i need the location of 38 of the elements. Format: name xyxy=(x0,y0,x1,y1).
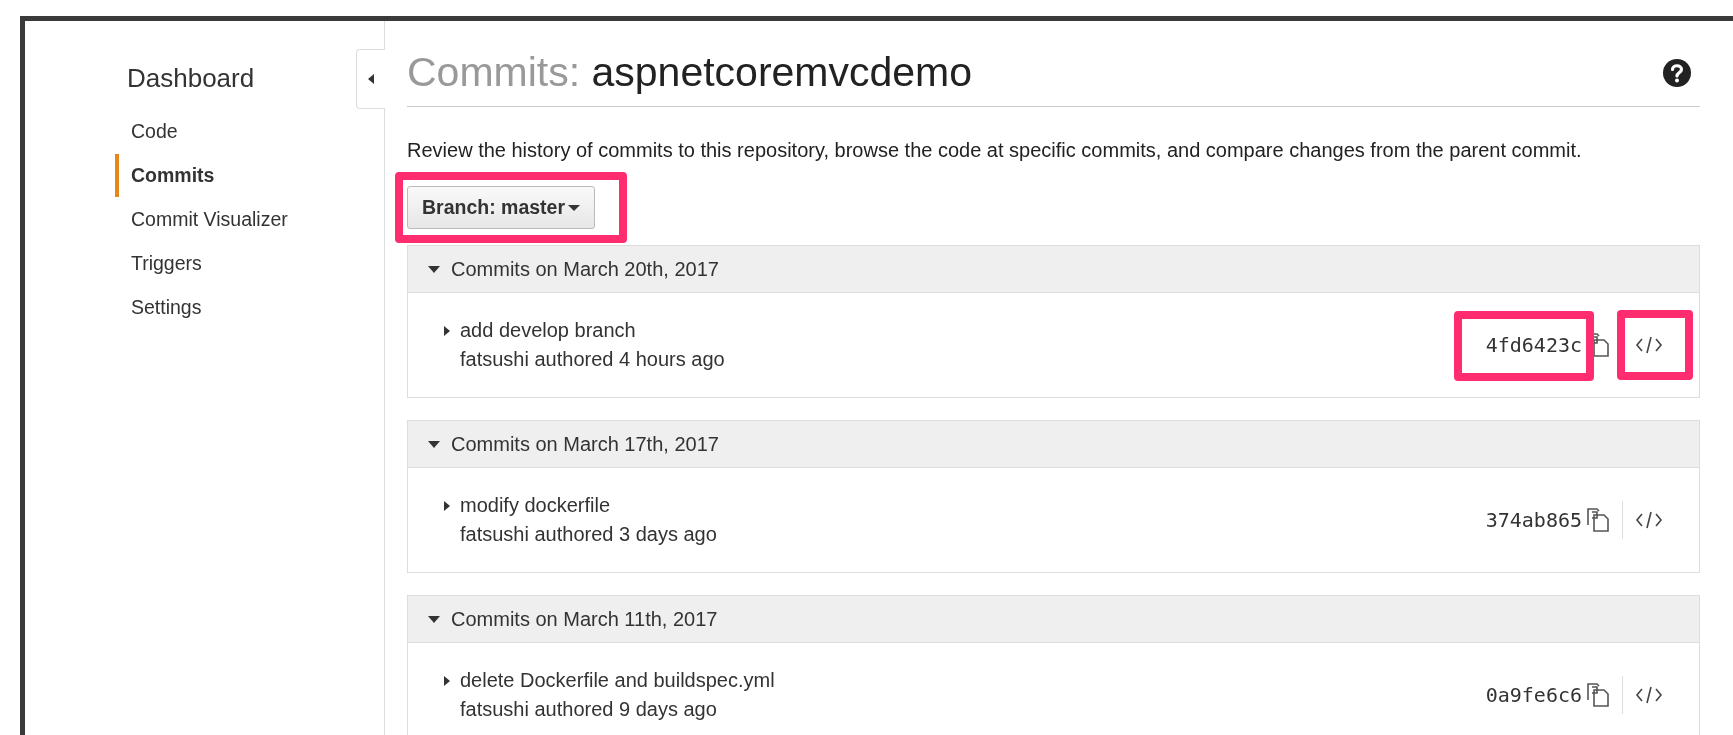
code-icon xyxy=(1635,509,1663,531)
caret-icon[interactable] xyxy=(444,675,450,686)
description-text: Review the history of commits to this repository, browse the code at specific commits, and compare changes from the parent commit. xyxy=(407,139,1583,162)
branch-dropdown[interactable]: Branch: master xyxy=(407,186,596,229)
sidebar-item[interactable]: Code xyxy=(115,110,178,153)
commit-message: modify dockerfile xyxy=(460,494,611,517)
commit-hash: 4fd6423c xyxy=(1485,333,1582,357)
commit-author: fatsushi authored 3 days ago xyxy=(459,523,717,546)
page-title: Commits: aspnetcoremvcdemo xyxy=(407,49,973,96)
group-date: Commits on March 20th, 2017 xyxy=(451,257,719,281)
group-header[interactable]: Commits on March 11th, 2017 xyxy=(408,596,1699,643)
group-date: Commits on March 11th, 2017 xyxy=(451,607,718,631)
sidebar-title: Dashboard xyxy=(127,63,255,94)
copy-icon[interactable] xyxy=(1586,682,1610,708)
group-header[interactable]: Commits on March 20th, 2017 xyxy=(408,246,1699,293)
view-code-button[interactable] xyxy=(1635,509,1663,531)
copy-icon[interactable] xyxy=(1586,507,1610,533)
caret-icon xyxy=(568,204,581,211)
commit-message: delete Dockerfile and buildspec.yml xyxy=(460,669,775,692)
view-code-button[interactable] xyxy=(1635,684,1663,706)
code-icon xyxy=(1635,684,1663,706)
sidebar-item[interactable]: Settings xyxy=(115,286,202,329)
commit-hash: 0a9fe6c6 xyxy=(1485,683,1582,707)
sidebar-item[interactable]: Commit Visualizer xyxy=(115,198,288,241)
code-icon xyxy=(1635,334,1663,356)
caret-icon[interactable] xyxy=(444,325,450,336)
commit-author: fatsushi authored 4 hours ago xyxy=(459,348,725,371)
commit-message: add develop branch xyxy=(460,319,636,342)
sidebar-item[interactable]: Commits xyxy=(115,154,215,197)
caret-icon[interactable] xyxy=(444,500,450,511)
commit-hash: 374ab865 xyxy=(1485,508,1582,532)
group-date: Commits on March 17th, 2017 xyxy=(451,432,719,456)
help-icon[interactable] xyxy=(1662,57,1692,88)
sidebar-item[interactable]: Triggers xyxy=(115,242,202,285)
group-header[interactable]: Commits on March 17th, 2017 xyxy=(408,421,1699,468)
view-code-button[interactable] xyxy=(1635,334,1663,356)
commit-author: fatsushi authored 9 days ago xyxy=(459,698,718,721)
caret-icon xyxy=(368,74,374,84)
